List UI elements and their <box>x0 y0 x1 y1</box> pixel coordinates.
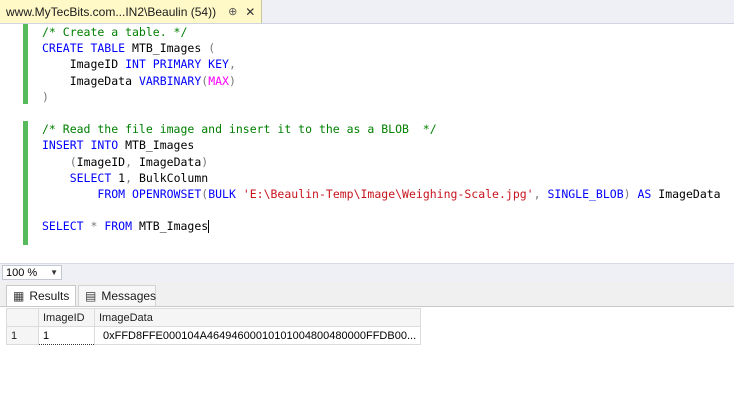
change-indicator-bar <box>23 24 28 104</box>
code-token: ImageID <box>42 57 126 72</box>
editor-status-bar: 100 % ▼ <box>0 263 734 282</box>
code-token: /* Create a table. */ <box>42 25 188 39</box>
tab-results-label: Results <box>29 289 70 303</box>
code-token: AS <box>630 186 652 201</box>
results-tab-strip: ▦ Results ▤ Messages <box>0 282 734 307</box>
document-tab-strip: www.MyTecBits.com...IN2\Beaulin (54)) ⊕ … <box>0 0 734 24</box>
cell-imagedata[interactable]: 0xFFD8FFE000104A464946000101010048004800… <box>93 326 422 345</box>
code-token: SELECT <box>69 170 112 185</box>
code-token: 'E:\Beaulin-Temp\Image\Weighing-Scale.jp… <box>242 186 534 201</box>
code-token: SINGLE_BLOB <box>540 186 624 201</box>
code-token: , <box>125 154 133 169</box>
code-token: BULK <box>208 186 243 201</box>
chevron-down-icon[interactable]: ▼ <box>50 268 58 277</box>
zoom-dropdown[interactable]: 100 % ▼ <box>2 265 62 280</box>
code-token: ) <box>623 186 631 201</box>
code-token: ( <box>208 41 216 56</box>
text-caret <box>208 220 210 234</box>
results-grid[interactable]: ImageID ImageData 1 1 0xFFD8FFE000104A46… <box>6 308 422 345</box>
close-icon[interactable]: ✕ <box>245 5 255 19</box>
code-token: /* Read the file image and insert it to … <box>42 122 437 137</box>
code-line[interactable]: ImageID INT PRIMARY KEY, <box>42 56 721 72</box>
row-number[interactable]: 1 <box>6 326 39 345</box>
code-line[interactable]: ) <box>42 89 721 105</box>
code-line[interactable]: INSERT INTO MTB_Images <box>42 137 721 153</box>
code-line[interactable]: SELECT 1, BulkColumn <box>42 170 721 186</box>
messages-icon: ▤ <box>85 289 97 303</box>
code-token: ) <box>42 89 49 104</box>
column-header-imagedata[interactable]: ImageData <box>93 308 422 327</box>
code-token: FROM OPENROWSET <box>97 186 202 201</box>
code-token: BulkColumn <box>132 170 209 185</box>
column-header-imageid[interactable]: ImageID <box>38 308 95 327</box>
code-token: ) <box>228 73 236 88</box>
code-line[interactable]: ImageData VARBINARY(MAX) <box>42 73 721 89</box>
results-pane: ▦ Results ▤ Messages ImageID ImageData 1… <box>0 282 734 401</box>
grid-header-row: ImageID ImageData <box>6 308 422 327</box>
editor-gutter <box>0 24 24 262</box>
code-token: MTB_Images <box>118 138 195 153</box>
code-token: ( <box>69 154 77 169</box>
code-line[interactable]: CREATE TABLE MTB_Images ( <box>42 40 721 56</box>
tab-messages[interactable]: ▤ Messages <box>78 285 156 306</box>
code-token: ImageData <box>132 154 202 169</box>
code-line[interactable] <box>42 105 721 121</box>
cell-imageid[interactable]: 1 <box>38 326 95 345</box>
grid-corner-cell[interactable] <box>6 308 39 327</box>
change-indicator-bar <box>23 121 28 245</box>
table-row[interactable]: 1 1 0xFFD8FFE000104A46494600010101004800… <box>6 326 422 345</box>
code-token: SELECT <box>42 219 84 234</box>
code-token: CREATE TABLE <box>42 41 126 56</box>
pin-icon[interactable]: ⊕ <box>228 5 237 18</box>
grid-icon: ▦ <box>13 289 25 303</box>
code-token: , <box>228 57 236 72</box>
query-tab-title: www.MyTecBits.com...IN2\Beaulin (54)) <box>6 4 217 19</box>
code-token: * <box>83 219 105 234</box>
code-line[interactable]: /* Read the file image and insert it to … <box>42 121 721 137</box>
code-line[interactable] <box>42 202 721 218</box>
code-line[interactable]: /* Create a table. */ <box>42 24 721 40</box>
query-editor[interactable]: /* Create a table. */CREATE TABLE MTB_Im… <box>0 24 734 262</box>
tab-results[interactable]: ▦ Results <box>6 285 76 306</box>
code-token: , <box>125 170 133 185</box>
query-document-tab[interactable]: www.MyTecBits.com...IN2\Beaulin (54)) ⊕ … <box>0 0 262 23</box>
code-token: ImageID <box>76 154 126 169</box>
code-token: VARBINARY <box>138 73 202 88</box>
code-token: , <box>533 186 541 201</box>
code-token: INT PRIMARY KEY <box>125 57 229 72</box>
code-token: 1 <box>111 170 126 185</box>
code-token: MAX <box>208 73 229 88</box>
code-token: ImageData <box>651 186 721 201</box>
code-token: ) <box>201 154 209 169</box>
code-token: MTB_Images <box>125 41 209 56</box>
code-line[interactable]: (ImageID, ImageData) <box>42 154 721 170</box>
code-token: ImageData <box>42 73 139 88</box>
tab-messages-label: Messages <box>101 289 157 303</box>
code-token: MTB_Images <box>132 219 209 234</box>
code-area[interactable]: /* Create a table. */CREATE TABLE MTB_Im… <box>42 24 721 234</box>
code-token: INSERT INTO <box>42 138 119 153</box>
code-line[interactable]: FROM OPENROWSET(BULK 'E:\Beaulin-Temp\Im… <box>42 186 721 202</box>
code-token: FROM <box>104 219 133 234</box>
code-line[interactable]: SELECT * FROM MTB_Images <box>42 218 721 234</box>
zoom-value: 100 % <box>6 266 38 279</box>
